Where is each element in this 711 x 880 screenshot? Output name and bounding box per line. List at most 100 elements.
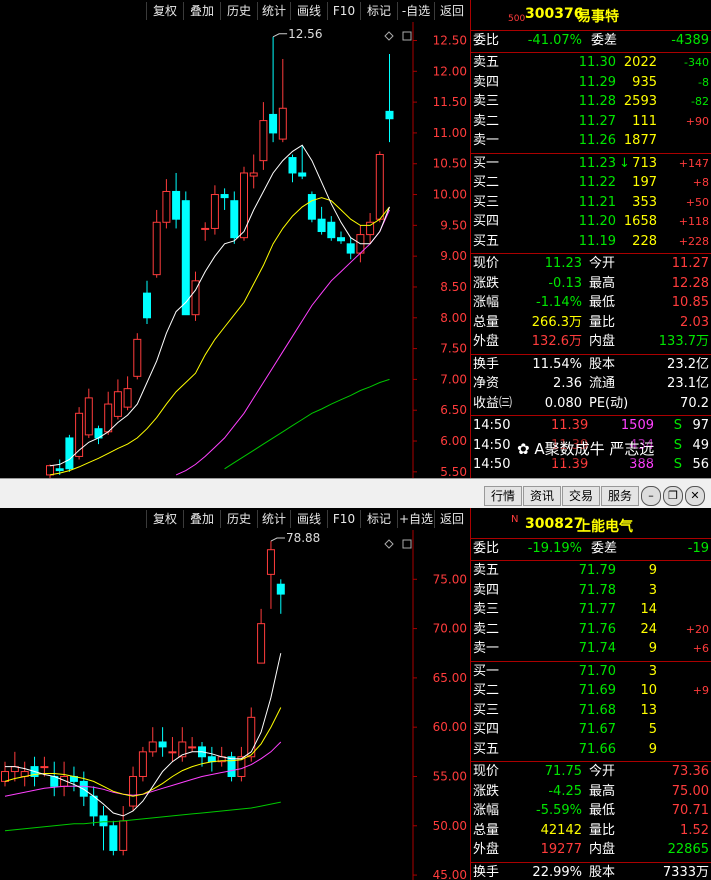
history-button[interactable]: 历史 — [220, 510, 257, 528]
candle — [84, 388, 93, 438]
news-button[interactable]: 资讯 — [523, 486, 561, 506]
candle-up — [278, 107, 287, 140]
stat-label: 外盘 — [473, 334, 500, 349]
watchlist-add-button[interactable]: +自选 — [397, 510, 434, 528]
stat-value: 73.36 — [671, 764, 709, 779]
bid-row: 买二 11.22 197 +8 — [471, 173, 711, 193]
candle-up — [1, 771, 9, 782]
ask-row: 卖一 71.74 9 +6 — [471, 639, 711, 659]
candle — [89, 786, 98, 826]
ask-volume: 2593 — [623, 94, 657, 109]
ask-row: 卖四 71.78 3 — [471, 581, 711, 601]
candle-down — [220, 194, 229, 199]
candle-up — [188, 746, 197, 749]
candle — [143, 280, 151, 324]
stat-label: 涨跌 — [473, 275, 500, 291]
candle-up — [257, 623, 266, 664]
stat-value: 75.00 — [671, 783, 709, 799]
bid-label: 买五 — [473, 741, 500, 757]
candle — [276, 579, 285, 614]
overlay-button[interactable]: 叠加 — [183, 2, 220, 20]
diamond-icon[interactable] — [384, 539, 394, 549]
quotes-button[interactable]: 行情 — [484, 486, 522, 506]
stat-row: 涨跌 -0.13 最高 12.28 — [471, 274, 711, 294]
high-price-label: 78.88 — [286, 531, 320, 545]
info-row: 换手 11.54% 股本 23.2亿 — [471, 355, 711, 375]
stock-name: 易事特 — [577, 9, 619, 25]
mark-button[interactable]: 标记 — [360, 510, 397, 528]
tick-time: 14:50 — [473, 437, 511, 453]
ask-label: 卖二 — [473, 621, 500, 637]
ask-row: 卖三 11.28 2593 -82 — [471, 92, 711, 112]
down-arrow-icon: ↓ — [619, 155, 630, 171]
ask-row: 卖四 11.29 935 -8 — [471, 73, 711, 93]
bid-label: 买四 — [473, 722, 500, 737]
weibi-row: 委比 -41.07% 委差 -4389 — [471, 31, 711, 51]
bid-row: 买二 71.69 10 +9 — [471, 681, 711, 701]
info-row: 收益㈢ 0.080 PE(动) 70.2 — [471, 394, 711, 414]
info-label: 换手 — [473, 864, 500, 880]
stats-button[interactable]: 统计 — [257, 510, 290, 528]
candle-up — [168, 751, 177, 754]
fuquan-button[interactable]: 复权 — [146, 2, 183, 20]
history-button[interactable]: 历史 — [220, 2, 257, 20]
expand-icon[interactable] — [402, 31, 412, 41]
diamond-icon[interactable] — [384, 31, 394, 41]
candle — [148, 727, 157, 757]
bid-price: 11.22 — [578, 175, 616, 190]
candle-up — [133, 338, 142, 377]
ask-row: 卖五 11.30 2022 -340 — [471, 53, 711, 73]
y-tick-label: 8.50 — [440, 280, 467, 294]
stats-button[interactable]: 统计 — [257, 2, 290, 20]
service-button[interactable]: 服务 — [601, 486, 639, 506]
candle — [75, 407, 84, 460]
back-button[interactable]: 返回 — [434, 2, 469, 20]
info-value: 23.2亿 — [667, 356, 709, 372]
chart-toolbar-2: 复权 叠加 历史 统计 画线 F10 标记 +自选 返回 — [0, 508, 470, 530]
candle — [129, 766, 138, 811]
weibi-value: -19.19% — [527, 541, 582, 556]
stat-label: 现价 — [473, 764, 500, 779]
candlestick-chart-1[interactable]: 5.50 6.00 6.50 7.00 7.50 8.00 8.50 9.00 9.50 10.0… — [0, 22, 470, 478]
f10-button[interactable]: F10 — [327, 2, 360, 20]
watermark-icon: ✿ — [517, 440, 530, 458]
candle-down — [276, 583, 285, 595]
info-value: 7333万 — [662, 864, 709, 880]
watchlist-remove-button[interactable]: -自选 — [397, 2, 434, 20]
stat-row: 外盘 19277 内盘 22865 — [471, 840, 711, 860]
ask-label: 卖二 — [473, 113, 500, 129]
restore-icon[interactable]: ❐ — [663, 486, 683, 506]
back-button[interactable]: 返回 — [434, 510, 469, 528]
candle-down — [227, 756, 236, 777]
bid-row: 买五 11.19 228 +228 — [471, 232, 711, 252]
ask-volume: 111 — [632, 113, 657, 129]
candlestick-chart-2[interactable]: 45.00 50.00 55.00 60.00 65.00 70.00 75.00 78.88 — [0, 530, 470, 880]
draw-line-button[interactable]: 画线 — [290, 510, 327, 528]
candle-down — [65, 437, 74, 470]
minimize-icon[interactable]: – — [641, 486, 661, 506]
mark-button[interactable]: 标记 — [360, 2, 397, 20]
candle — [249, 154, 258, 189]
draw-line-button[interactable]: 画线 — [290, 2, 327, 20]
f10-button[interactable]: F10 — [327, 510, 360, 528]
candle — [327, 216, 336, 241]
window-toolbar: 行情 资讯 交易 服务 – ❐ ✕ — [0, 478, 711, 510]
tick-time: 14:50 — [473, 457, 511, 472]
bid-price: 11.23 — [578, 155, 616, 171]
bid-label: 买一 — [473, 155, 500, 171]
tick-volume: 1509 — [620, 418, 654, 433]
stat-label: 涨跌 — [473, 783, 500, 799]
expand-icon[interactable] — [402, 539, 412, 549]
overlay-button[interactable]: 叠加 — [183, 510, 220, 528]
close-icon[interactable]: ✕ — [685, 486, 705, 506]
ask-label: 卖三 — [473, 602, 500, 617]
ask-label: 卖一 — [473, 133, 500, 148]
bid-row: 买五 71.66 9 — [471, 740, 711, 760]
candle-up — [249, 172, 258, 177]
ask-volume: 3 — [648, 582, 657, 598]
y-tick-label: 11.00 — [433, 126, 467, 140]
candle-down — [269, 113, 278, 134]
info-value: 2.36 — [553, 376, 582, 391]
fuquan-button[interactable]: 复权 — [146, 510, 183, 528]
trade-button[interactable]: 交易 — [562, 486, 600, 506]
